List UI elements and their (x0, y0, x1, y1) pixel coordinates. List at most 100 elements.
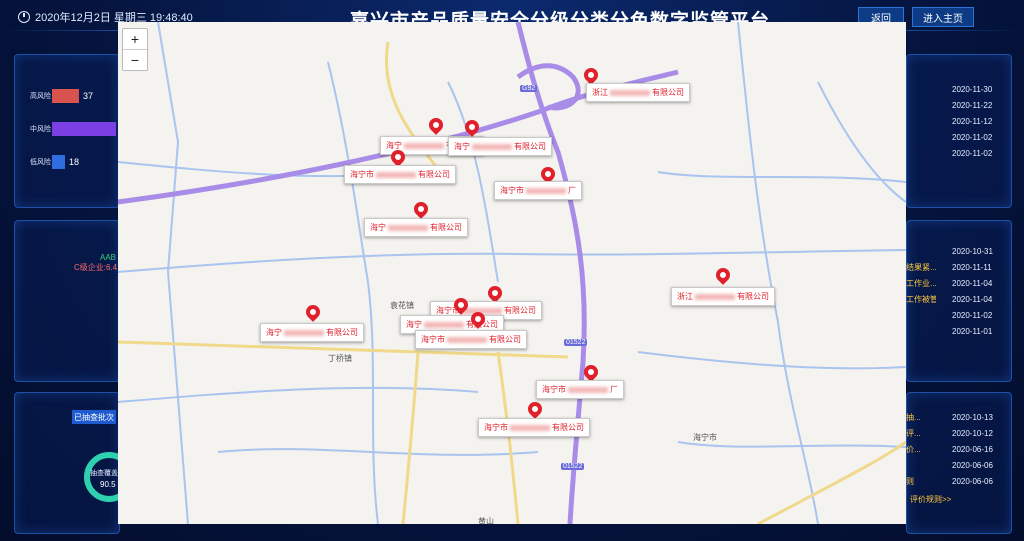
zoom-out-button[interactable]: − (123, 49, 147, 70)
risk-row[interactable]: 中风险 (30, 122, 120, 136)
company-label[interactable]: 海宁市 厂 (494, 181, 582, 200)
company-label[interactable]: 海宁市 有限公司 (344, 165, 456, 184)
date-list-work: 2020-10-31 2020-11-11 2020-11-04 2020-11… (952, 244, 1000, 340)
list-item-title[interactable]: 工作业... (906, 276, 936, 292)
road-number: 01522 (561, 463, 585, 470)
list-item[interactable]: 2020-11-02 (952, 308, 1000, 324)
place-label: 丁桥镇 (328, 354, 352, 363)
list-item[interactable]: 2020-11-04 (952, 276, 1000, 292)
road-number: 01522 (564, 339, 588, 346)
risk-row[interactable]: 高风险 37 (30, 89, 93, 103)
list-item[interactable]: 2020-11-02 (952, 130, 1000, 146)
list-item[interactable]: 2020-11-01 (952, 324, 1000, 340)
company-name-suffix: 有限公司 (504, 306, 536, 315)
road-number: G92 (520, 85, 538, 92)
list-item-title[interactable] (906, 458, 936, 474)
list-item-title[interactable]: 结果紧... (906, 260, 936, 276)
company-name-prefix: 海宁市 (484, 423, 508, 432)
company-name-suffix: 厂 (610, 385, 618, 394)
redacted-name (404, 142, 444, 149)
list-item[interactable]: 2020-10-12 (952, 426, 1000, 442)
company-label[interactable]: 浙江 有限公司 (671, 287, 775, 306)
company-name-suffix: 有限公司 (430, 223, 462, 232)
list-item[interactable]: 2020-10-31 (952, 244, 1000, 260)
list-item-title[interactable]: 抽... (906, 410, 936, 426)
company-name-prefix: 海宁市 (350, 170, 374, 179)
grade-aab-label: AAB (100, 253, 117, 262)
company-name-suffix: 有限公司 (326, 328, 358, 337)
zoom-control: + − (122, 28, 148, 71)
place-label: 黄山 (478, 517, 494, 524)
redacted-name (568, 386, 608, 393)
date-list-notices: 2020-11-30 2020-11-22 2020-11-12 2020-11… (952, 82, 1000, 162)
list-item[interactable]: 2020-06-16 (952, 442, 1000, 458)
risk-bar (52, 155, 65, 169)
gauge-label: 抽查覆盖 (90, 470, 118, 477)
list-item[interactable]: 2020-11-02 (952, 146, 1000, 162)
list-item-title[interactable]: 工作被管... (906, 292, 936, 308)
company-label[interactable]: 海宁 有限公司 (448, 137, 552, 156)
company-name-suffix: 厂 (568, 186, 576, 195)
company-name-prefix: 浙江 (677, 292, 693, 301)
company-label[interactable]: 浙江 有限公司 (586, 83, 690, 102)
company-name-suffix: 有限公司 (418, 170, 450, 179)
list-item[interactable]: 2020-11-11 (952, 260, 1000, 276)
risk-value: 37 (83, 91, 94, 101)
work-titles: 结果紧... 工作业... 工作被管... (906, 244, 936, 308)
company-label[interactable]: 海宁市 有限公司 (478, 418, 590, 437)
list-item-title[interactable]: 则 (906, 474, 936, 490)
list-item[interactable]: 2020-11-22 (952, 98, 1000, 114)
list-item-title[interactable]: 评... (906, 426, 936, 442)
list-item[interactable]: 2020-11-04 (952, 292, 1000, 308)
redacted-name (472, 143, 512, 150)
map-view[interactable]: + − 丁桥镇 袁花镇 海宁市 黄山 G92 01522 01522 浙江有限公… (118, 22, 906, 524)
risk-bar (52, 89, 79, 103)
redacted-name (510, 424, 550, 431)
company-name-suffix: 有限公司 (652, 88, 684, 97)
grade-c-label: C级企业:6.4 (74, 263, 118, 272)
redacted-name (695, 293, 735, 300)
risk-label: 低风险 (30, 159, 51, 166)
risk-label: 高风险 (30, 93, 51, 100)
company-name-suffix: 有限公司 (514, 142, 546, 151)
company-name-prefix: 海宁 (370, 223, 386, 232)
list-item[interactable]: 2020-10-13 (952, 410, 1000, 426)
company-label[interactable]: 海宁市 有限公司 (415, 330, 527, 349)
company-name-prefix: 海宁市 (421, 335, 445, 344)
redacted-name (610, 89, 650, 96)
list-item[interactable]: 2020-11-12 (952, 114, 1000, 130)
rating-rules-link[interactable]: 评价规则>> (910, 494, 951, 505)
company-name-prefix: 浙江 (592, 88, 608, 97)
list-item-title[interactable]: 价... (906, 442, 936, 458)
date-list-rating: 2020-10-13 2020-10-12 2020-06-16 2020-06… (952, 410, 1000, 490)
redacted-name (388, 224, 428, 231)
company-name-prefix: 海宁市 (500, 186, 524, 195)
list-item-title[interactable] (906, 244, 936, 260)
company-name-prefix: 海宁 (406, 320, 422, 329)
company-name-prefix: 海宁 (386, 141, 402, 150)
clock-icon (18, 11, 30, 23)
enter-home-button[interactable]: 进入主页 (912, 7, 974, 27)
list-item[interactable]: 2020-11-30 (952, 82, 1000, 98)
gauge-value: 90.5 (100, 480, 116, 489)
redacted-name (526, 187, 566, 194)
place-label: 海宁市 (693, 433, 717, 442)
risk-row[interactable]: 低风险 18 (30, 155, 79, 169)
risk-bar (52, 122, 116, 136)
redacted-name (376, 171, 416, 178)
company-name-suffix: 有限公司 (489, 335, 521, 344)
list-item[interactable]: 2020-06-06 (952, 458, 1000, 474)
redacted-name (447, 336, 487, 343)
company-label[interactable]: 海宁市 厂 (536, 380, 624, 399)
redacted-name (424, 321, 464, 328)
batch-tag[interactable]: 已抽查批次 (72, 410, 116, 424)
list-item[interactable]: 2020-06-06 (952, 474, 1000, 490)
risk-value: 18 (69, 157, 80, 167)
company-label[interactable]: 海宁 有限公司 (364, 218, 468, 237)
company-name-suffix: 有限公司 (737, 292, 769, 301)
company-label[interactable]: 海宁 有限公司 (260, 323, 364, 342)
rating-titles: 抽... 评... 价... 则 (906, 410, 936, 490)
company-name-prefix: 海宁 (454, 142, 470, 151)
place-label: 袁花镇 (390, 301, 414, 310)
zoom-in-button[interactable]: + (123, 29, 147, 49)
